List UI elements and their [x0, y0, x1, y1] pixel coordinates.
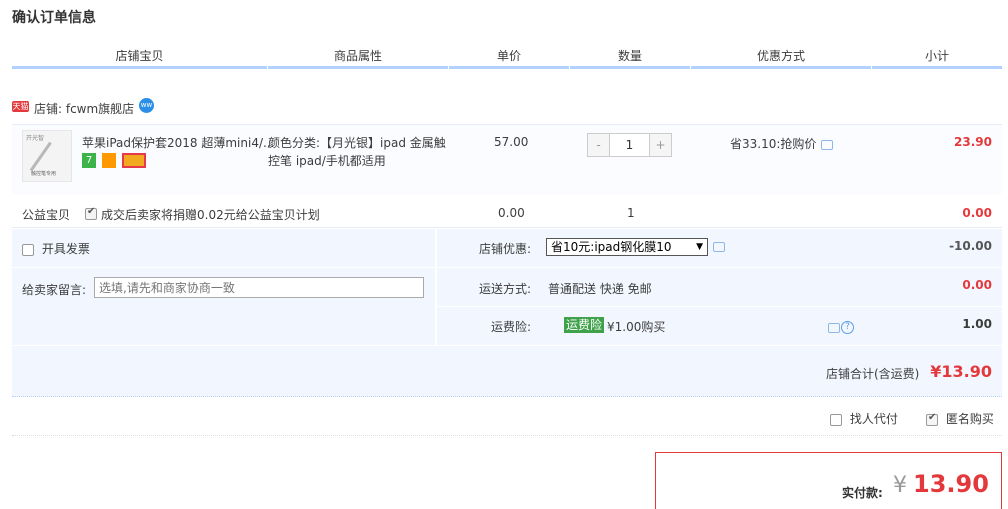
- divider: [12, 267, 435, 268]
- stylus-image: [29, 141, 52, 172]
- payment-label: 实付款:: [842, 486, 883, 500]
- credit-card-icon[interactable]: [122, 153, 146, 168]
- thumbnail-label: 开光智: [26, 135, 45, 142]
- wangwang-chat-icon[interactable]: ww: [139, 98, 154, 113]
- product-attributes: 颜色分类:【月光银】ipad 金属触控笔 ipad/手机都适用: [268, 136, 446, 168]
- column-header-attributes: 商品属性: [333, 49, 382, 63]
- proxy-pay-option[interactable]: 找人代付: [830, 410, 898, 427]
- header-divider: [268, 66, 448, 69]
- message-label: 给卖家留言:: [22, 283, 87, 297]
- seven-day-return-icon[interactable]: 7: [82, 153, 96, 168]
- insurance-value: 1.00: [962, 317, 992, 331]
- charity-price: 0.00: [498, 206, 525, 220]
- anonymous-checkbox[interactable]: [926, 412, 938, 426]
- shipping-method: 普通配送 快递 免邮: [548, 282, 652, 296]
- anonymous-option[interactable]: 匿名购买: [926, 410, 994, 427]
- tmall-badge-icon: 天猫: [12, 101, 29, 112]
- proxy-pay-label: 找人代付: [849, 412, 898, 426]
- shop-promo-select[interactable]: 省10元:ipad钢化膜10 ▼: [546, 238, 708, 256]
- unit-price: 57.00: [494, 135, 529, 149]
- divider: [437, 267, 1002, 268]
- insurance-label: 运费险:: [490, 320, 531, 334]
- shop-promo-selected: 省10元:ipad钢化膜10: [551, 240, 672, 254]
- header-divider: [12, 66, 267, 69]
- thumbnail-caption: 触控笔专用: [31, 171, 57, 177]
- product-title-link[interactable]: 苹果iPad保护套2018 超薄mini4/...: [82, 134, 274, 151]
- invoice-option[interactable]: 开具发票: [22, 240, 90, 257]
- quantity-input[interactable]: 1: [609, 134, 650, 156]
- currency-symbol: ¥: [893, 473, 907, 498]
- comment-icon[interactable]: [828, 322, 840, 333]
- divider: [437, 306, 1002, 307]
- proxy-pay-checkbox[interactable]: [830, 413, 842, 426]
- page-title: 确认订单信息: [12, 10, 96, 26]
- anonymous-label: 匿名购买: [945, 412, 994, 426]
- shop-promo-value: -10.00: [949, 239, 992, 253]
- shipping-label: 运送方式:: [478, 282, 531, 296]
- quantity-increase-button[interactable]: +: [650, 134, 671, 156]
- charity-subtotal: 0.00: [962, 206, 992, 220]
- insurance-badge: 运费险: [564, 317, 605, 333]
- insurance-price: ¥1.00购买: [607, 320, 666, 334]
- charity-text: 成交后卖家将捐赠0.02元给公益宝贝计划: [101, 208, 320, 222]
- header-divider: [872, 66, 1002, 69]
- guarantee-icon[interactable]: [102, 153, 116, 168]
- invoice-checkbox[interactable]: [22, 243, 34, 256]
- column-header-quantity: 数量: [617, 49, 642, 63]
- comment-icon[interactable]: [821, 139, 834, 150]
- charity-quantity: 1: [627, 206, 635, 220]
- payment-amount: 13.90: [913, 470, 989, 498]
- seller-message-input[interactable]: [94, 277, 424, 298]
- column-header-subtotal: 小计: [924, 49, 949, 63]
- charity-label: 公益宝贝: [22, 208, 71, 222]
- comment-icon[interactable]: [713, 242, 725, 252]
- item-subtotal: 23.90: [954, 135, 992, 149]
- shipping-value: 0.00: [962, 278, 992, 292]
- invoice-label: 开具发票: [41, 242, 90, 256]
- help-icon[interactable]: ?: [841, 321, 854, 334]
- discount-text: 省33.10:抢购价: [730, 137, 817, 151]
- charity-checkbox[interactable]: [85, 206, 97, 220]
- shop-name-link[interactable]: 店铺: fcwm旗舰店: [34, 100, 134, 117]
- quantity-decrease-button[interactable]: -: [588, 134, 609, 156]
- header-divider: [449, 66, 569, 69]
- column-header-discount: 优惠方式: [756, 49, 805, 63]
- header-divider: [570, 66, 690, 69]
- quantity-stepper: - 1 +: [587, 133, 672, 157]
- shop-total-label: 店铺合计(含运费): [826, 367, 920, 381]
- dropdown-arrow-icon: ▼: [696, 242, 703, 252]
- product-thumbnail[interactable]: 开光智 触控笔专用: [22, 130, 72, 182]
- shop-promo-label: 店铺优惠:: [478, 242, 531, 256]
- header-divider: [691, 66, 871, 69]
- column-header-unit-price: 单价: [496, 49, 521, 63]
- shop-total-value: ¥13.90: [930, 362, 992, 381]
- insurance-icons: ?: [828, 320, 854, 334]
- discount-info: 省33.10:抢购价: [730, 135, 834, 152]
- column-header-item: 店铺宝贝: [115, 49, 164, 63]
